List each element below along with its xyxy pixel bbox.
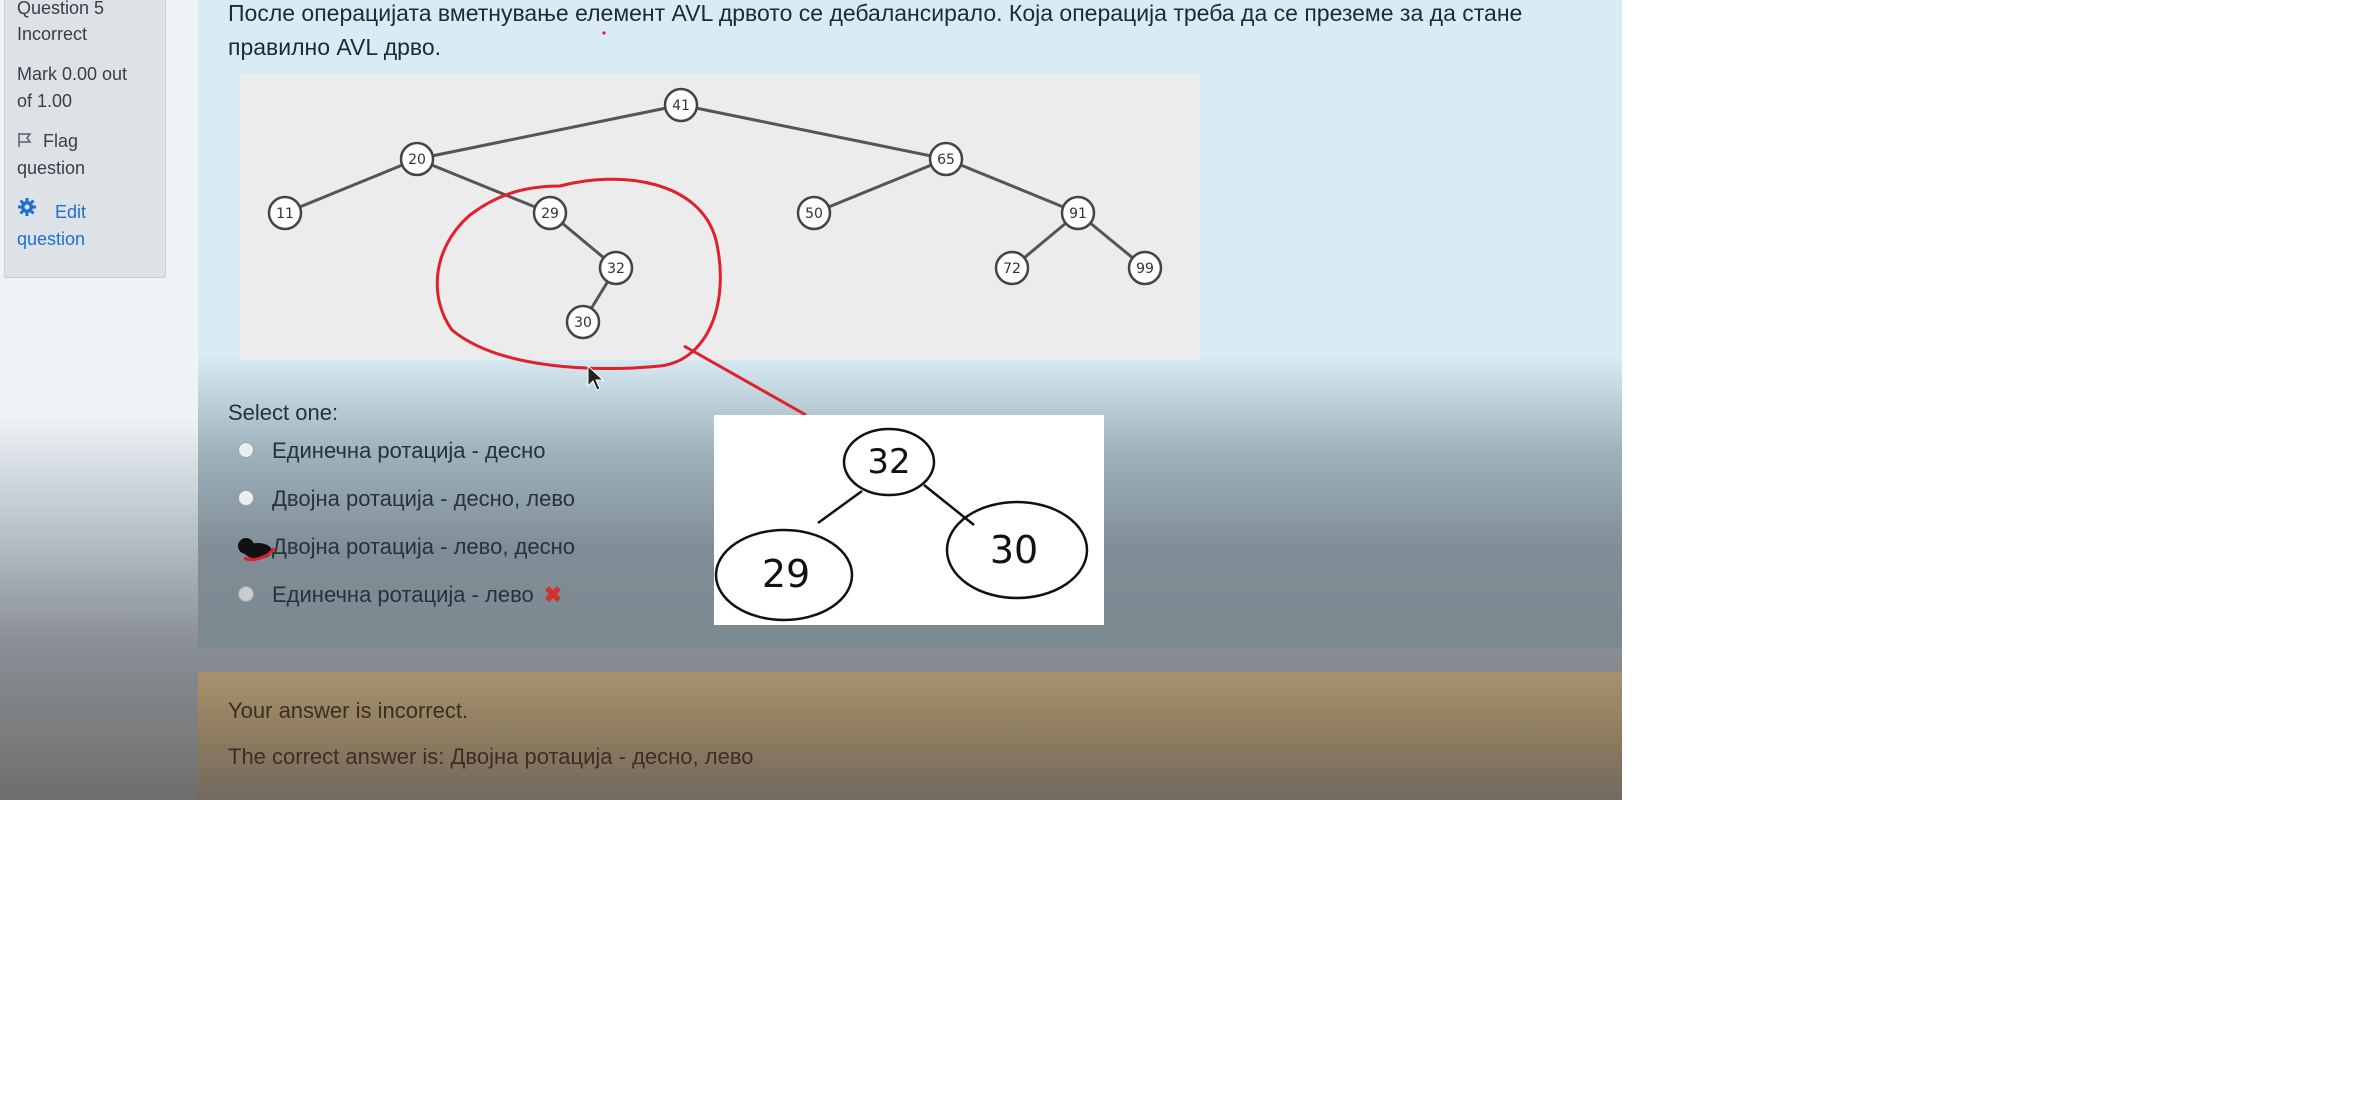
answer-label: Единечна ротација - лево ✖ [272, 582, 563, 607]
svg-text:91: 91 [1069, 206, 1087, 222]
quiz-screenshot: Question 5 Incorrect Mark 0.00 out of 1.… [0, 0, 1622, 800]
note-node-32: 32 [867, 442, 910, 482]
note-node-29: 29 [762, 552, 810, 596]
svg-text:99: 99 [1136, 261, 1154, 277]
gear-icon [17, 197, 37, 225]
svg-text:32: 32 [607, 261, 625, 277]
tree-node: 91 [1060, 195, 1096, 231]
svg-text:50: 50 [805, 206, 823, 222]
svg-text:41: 41 [672, 98, 690, 114]
question-info-block: Question 5 Incorrect Mark 0.00 out of 1.… [4, 0, 166, 278]
question-status: Incorrect [17, 24, 88, 44]
tree-node: 30 [565, 304, 601, 340]
radio-button[interactable] [238, 442, 254, 458]
answer-label: Двојна ротација - десно, лево [272, 486, 576, 511]
svg-text:72: 72 [1003, 261, 1021, 277]
radio-button[interactable] [238, 538, 254, 554]
tree-node: 29 [532, 195, 568, 231]
question-text: После операцијата вметнување елемент AVL… [228, 0, 1523, 60]
tree-node: 32 [598, 250, 634, 286]
tree-node: 41 [663, 87, 699, 123]
feedback-correct-answer: The correct answer is: Двојна ротација -… [228, 744, 754, 769]
svg-text:11: 11 [276, 206, 294, 222]
svg-text:65: 65 [937, 152, 955, 168]
edit-label-2: question [17, 229, 86, 249]
answer-label: Единечна ротација - десно [272, 438, 546, 463]
tree-node: 99 [1127, 250, 1163, 286]
incorrect-icon: ✖ [543, 582, 563, 607]
radio-button[interactable] [238, 586, 254, 602]
flag-icon [17, 129, 33, 156]
edit-label-1: Edit [55, 202, 87, 222]
tree-node: 72 [994, 250, 1030, 286]
tree-node: 20 [399, 141, 435, 177]
svg-text:30: 30 [574, 315, 592, 331]
question-number: Question 5 [17, 0, 105, 18]
flag-label-1: Flag [43, 131, 79, 151]
mark-line-1: Mark 0.00 out [17, 64, 128, 84]
svg-text:20: 20 [408, 152, 426, 168]
answer-label: Двојна ротација - лево, десно [272, 534, 576, 559]
note-node-30: 30 [990, 528, 1038, 572]
select-one-label: Select one: [228, 400, 339, 425]
feedback-panel: Your answer is incorrect. The correct an… [198, 672, 1622, 800]
radio-button[interactable] [238, 490, 254, 506]
feedback-incorrect: Your answer is incorrect. [228, 698, 469, 723]
tree-node: 11 [267, 195, 303, 231]
tree-node: 50 [796, 195, 832, 231]
avl-tree-figure: 41 20 65 11 29 50 91 32 72 99 30 [240, 74, 1200, 360]
mark-line-2: of 1.00 [17, 91, 73, 111]
handwritten-rotation-note: 32 29 30 [714, 415, 1104, 625]
svg-text:29: 29 [541, 206, 559, 222]
flag-label-2: question [17, 158, 86, 178]
tree-node: 65 [928, 141, 964, 177]
